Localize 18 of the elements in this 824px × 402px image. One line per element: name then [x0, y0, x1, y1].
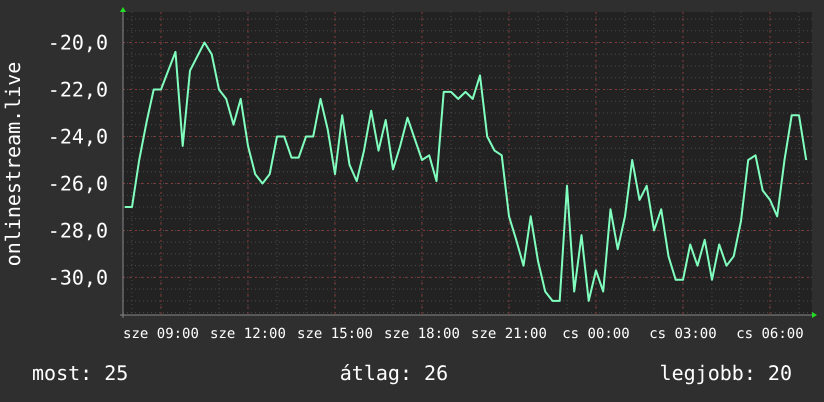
axis-tick-label: sze 18:00 [384, 326, 460, 342]
axis-tick-label: cs 03:00 [649, 326, 717, 342]
axis-tick-label: -30,0 [48, 265, 108, 290]
legend-text: legjobb: 20 [660, 361, 792, 385]
axis-tick-label: sze 12:00 [210, 326, 286, 342]
axis-tick-label: -22,0 [48, 78, 108, 102]
legend-text: most: 25 [32, 361, 128, 385]
axis-tick-label: cs 00:00 [562, 326, 630, 342]
axis-tick-label: -24,0 [48, 124, 108, 148]
axis-title: onlinestream.live [1, 62, 25, 266]
axis-tick-label: sze 21:00 [471, 326, 547, 342]
axis-tick-label: cs 06:00 [736, 326, 804, 342]
axis-tick-label: -20,0 [48, 30, 108, 55]
axis-tick-label: -28,0 [48, 218, 108, 242]
axis-tick-label: sze 15:00 [297, 326, 373, 342]
legend-text: átlag: 26 [340, 361, 448, 385]
axis-tick-label: -26,0 [48, 171, 108, 196]
axis-tick-label: sze 09:00 [123, 326, 199, 342]
